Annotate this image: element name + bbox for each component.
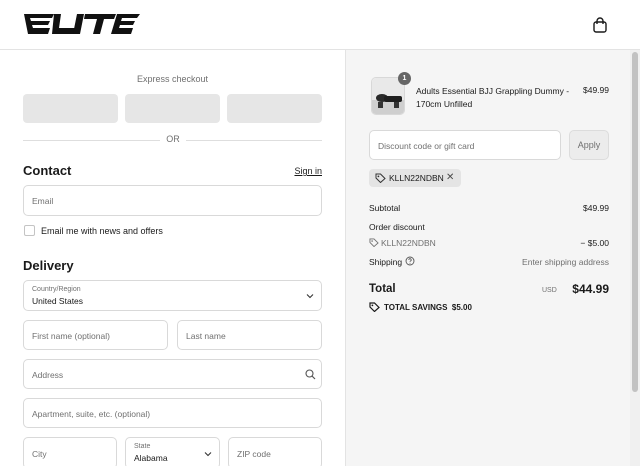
country-select[interactable]: Country/Region United States bbox=[23, 280, 322, 311]
order-summary-panel: 1 Adults Essential BJJ Grappling Dummy -… bbox=[345, 50, 640, 466]
total-label: Total bbox=[369, 283, 396, 295]
address-field[interactable]: Address bbox=[23, 359, 322, 389]
shipping-value: Enter shipping address bbox=[522, 257, 609, 267]
express-pay-button-1[interactable] bbox=[23, 94, 118, 123]
first-name-placeholder: First name (optional) bbox=[32, 331, 110, 341]
shopping-bag-icon[interactable] bbox=[593, 17, 609, 33]
product-price: $49.99 bbox=[583, 85, 609, 95]
product-name: Adults Essential BJJ Grappling Dummy - 1… bbox=[416, 86, 570, 109]
delivery-heading: Delivery bbox=[23, 258, 74, 273]
remove-discount-icon[interactable]: ✕ bbox=[446, 172, 454, 183]
express-checkout-title: Express checkout bbox=[136, 74, 209, 84]
email-placeholder: Email bbox=[32, 196, 54, 206]
order-discount-value: − $5.00 bbox=[580, 238, 609, 248]
applied-discount-code: KLLN22NDBN bbox=[389, 173, 444, 183]
city-placeholder: City bbox=[32, 449, 47, 459]
applied-discount-chip: KLLN22NDBN ✕ bbox=[369, 169, 461, 187]
scrollbar[interactable] bbox=[630, 50, 640, 466]
apartment-field[interactable]: Apartment, suite, etc. (optional) bbox=[23, 398, 322, 428]
help-icon[interactable] bbox=[405, 256, 415, 266]
country-value: United States bbox=[32, 296, 84, 306]
last-name-placeholder: Last name bbox=[186, 331, 226, 341]
address-placeholder: Address bbox=[32, 370, 64, 380]
contact-heading: Contact bbox=[23, 163, 72, 178]
total-value: $44.99 bbox=[572, 282, 609, 296]
express-pay-button-3[interactable] bbox=[227, 94, 322, 123]
tag-icon bbox=[375, 173, 386, 183]
first-name-field[interactable]: First name (optional) bbox=[23, 320, 168, 350]
order-discount-code: KLLN22NDBN bbox=[381, 238, 436, 248]
state-label: State bbox=[134, 443, 151, 450]
country-label: Country/Region bbox=[32, 286, 81, 293]
chevron-down-icon bbox=[204, 452, 212, 457]
elite-logo[interactable] bbox=[24, 12, 140, 38]
email-field[interactable]: Email bbox=[23, 185, 322, 216]
chevron-down-icon bbox=[306, 294, 314, 299]
discount-code-input[interactable]: Discount code or gift card bbox=[369, 130, 561, 160]
checkout-form-panel: Express checkout OR Contact Sign in Emai… bbox=[0, 50, 345, 466]
city-field[interactable]: City bbox=[23, 437, 117, 466]
total-savings: TOTAL SAVINGS $5.00 bbox=[384, 303, 472, 312]
sign-in-link[interactable]: Sign in bbox=[280, 166, 322, 176]
quantity-badge: 1 bbox=[398, 72, 411, 85]
scrollbar-thumb[interactable] bbox=[632, 52, 638, 392]
zip-field[interactable]: ZIP code bbox=[228, 437, 322, 466]
newsletter-checkbox[interactable] bbox=[24, 225, 35, 236]
savings-tag-icon bbox=[369, 302, 380, 312]
total-savings-value: $5.00 bbox=[451, 303, 472, 312]
apply-discount-button[interactable]: Apply bbox=[569, 130, 609, 160]
state-value: Alabama bbox=[134, 453, 168, 463]
subtotal-label: Subtotal bbox=[369, 203, 401, 213]
state-select[interactable]: State Alabama bbox=[125, 437, 220, 466]
search-icon bbox=[305, 369, 316, 380]
elite-logo-icon bbox=[24, 14, 140, 34]
order-discount-label: Order discount bbox=[369, 222, 425, 232]
last-name-field[interactable]: Last name bbox=[177, 320, 322, 350]
currency-code: USD bbox=[542, 287, 557, 294]
or-divider-text: OR bbox=[160, 134, 186, 144]
discount-placeholder: Discount code or gift card bbox=[378, 141, 475, 151]
zip-placeholder: ZIP code bbox=[237, 449, 271, 459]
subtotal-value: $49.99 bbox=[583, 203, 609, 213]
apartment-placeholder: Apartment, suite, etc. (optional) bbox=[32, 409, 151, 419]
tag-icon bbox=[369, 238, 379, 247]
newsletter-label: Email me with news and offers bbox=[41, 226, 163, 236]
express-pay-button-2[interactable] bbox=[125, 94, 220, 123]
total-savings-label: TOTAL SAVINGS bbox=[384, 303, 448, 312]
page-header bbox=[0, 0, 640, 50]
shipping-label: Shipping bbox=[369, 257, 403, 267]
